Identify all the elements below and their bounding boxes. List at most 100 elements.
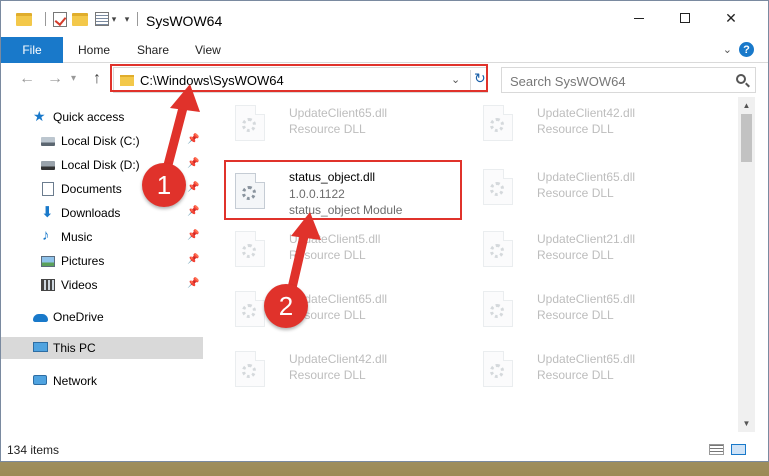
details-view-icon[interactable] xyxy=(709,444,724,455)
pin-icon[interactable]: 📌 xyxy=(187,158,199,169)
sidebar-item-local-disk-c[interactable]: Local Disk (C:) 📌 xyxy=(1,130,203,152)
sidebar-item-network[interactable]: Network xyxy=(1,370,203,392)
dll-file-icon xyxy=(235,105,265,141)
forward-arrow-icon[interactable]: → xyxy=(47,70,63,88)
refresh-icon[interactable]: ↻ xyxy=(470,70,487,90)
file-item[interactable]: UpdateClient65.dll Resource DLL xyxy=(225,283,465,335)
pin-icon[interactable]: 📌 xyxy=(187,206,199,217)
pictures-icon xyxy=(41,256,55,267)
scroll-down-icon[interactable]: ▼ xyxy=(738,415,755,432)
vertical-scrollbar[interactable]: ▲ ▼ xyxy=(738,97,755,432)
ribbon-tabs: File Home Share View ⌄ ? xyxy=(1,37,768,63)
file-description: Resource DLL xyxy=(537,248,614,262)
tab-share[interactable]: Share xyxy=(137,43,169,57)
file-item[interactable]: UpdateClient42.dll Resource DLL xyxy=(225,343,465,395)
scroll-thumb[interactable] xyxy=(741,114,752,162)
file-item-status-object[interactable]: status_object.dll 1.0.0.1122 status_obje… xyxy=(225,161,465,223)
sidebar-item-label: OneDrive xyxy=(53,310,104,324)
title-bar: ▾ ▾ SysWOW64 ✕ xyxy=(1,1,768,35)
search-box[interactable]: Search SysWOW64 xyxy=(501,67,756,93)
up-arrow-icon[interactable]: ↑ xyxy=(93,70,101,88)
dll-file-icon xyxy=(235,291,265,327)
sidebar-item-label: This PC xyxy=(53,341,96,355)
pin-icon[interactable]: 📌 xyxy=(187,254,199,265)
documents-icon xyxy=(42,182,54,196)
navigation-bar: ← → ▾ ↑ C:\Windows\SysWOW64 ⌄ ↻ Search S… xyxy=(1,63,768,95)
sidebar-item-videos[interactable]: Videos 📌 xyxy=(1,274,203,296)
file-version: 1.0.0.1122 xyxy=(289,187,345,201)
sidebar-item-label: Network xyxy=(53,374,98,388)
file-item[interactable]: UpdateClient21.dll Resource DLL xyxy=(473,223,713,275)
folder-icon[interactable] xyxy=(15,10,33,28)
computer-icon xyxy=(33,342,48,352)
pin-icon[interactable]: 📌 xyxy=(187,134,199,145)
file-description: Resource DLL xyxy=(537,368,614,382)
sidebar-item-label: Documents xyxy=(61,182,122,196)
drive-icon xyxy=(41,137,55,146)
address-path[interactable]: C:\Windows\SysWOW64 xyxy=(140,73,284,88)
maximize-button[interactable] xyxy=(662,1,708,35)
minimize-icon xyxy=(634,17,644,19)
properties-check-icon[interactable] xyxy=(51,10,69,28)
file-item[interactable]: UpdateClient65.dll Resource DLL xyxy=(473,343,713,395)
music-icon: ♪ xyxy=(42,227,50,244)
dll-file-icon xyxy=(235,231,265,267)
file-description: status_object Module xyxy=(289,203,403,217)
file-name: UpdateClient65.dll xyxy=(537,292,636,306)
pin-icon[interactable]: 📌 xyxy=(187,278,199,289)
step-1-badge: 1 xyxy=(142,163,186,207)
folder-icon xyxy=(120,75,134,86)
sidebar-item-label: Videos xyxy=(61,278,98,292)
quick-access-toolbar-menu-icon[interactable]: ▾ xyxy=(121,10,133,28)
file-item[interactable]: UpdateClient65.dll Resource DLL xyxy=(225,97,465,149)
large-icons-view-icon[interactable] xyxy=(731,444,746,455)
file-item[interactable]: UpdateClient42.dll Resource DLL xyxy=(473,97,713,149)
sidebar-item-label: Music xyxy=(61,230,93,244)
file-name: UpdateClient42.dll xyxy=(289,352,388,366)
sidebar-item-onedrive[interactable]: OneDrive xyxy=(1,306,203,328)
pin-icon[interactable]: 📌 xyxy=(187,230,199,241)
status-bar: 134 items xyxy=(1,437,768,461)
back-arrow-icon[interactable]: ← xyxy=(19,70,35,88)
pin-icon[interactable]: 📌 xyxy=(187,182,199,193)
help-icon[interactable]: ? xyxy=(739,42,754,57)
new-folder-icon[interactable] xyxy=(71,10,89,28)
address-bar[interactable]: C:\Windows\SysWOW64 ⌄ ↻ xyxy=(113,67,488,93)
close-icon: ✕ xyxy=(725,9,737,26)
expand-ribbon-icon[interactable]: ⌄ xyxy=(723,43,732,56)
window-title: SysWOW64 xyxy=(146,13,223,29)
sidebar-item-downloads[interactable]: ⬇ Downloads 📌 xyxy=(1,202,203,224)
file-item[interactable]: UpdateClient65.dll Resource DLL xyxy=(473,283,713,335)
file-name: UpdateClient65.dll xyxy=(537,352,636,366)
sidebar-item-label: Pictures xyxy=(61,254,105,268)
tab-view[interactable]: View xyxy=(195,43,221,57)
close-button[interactable]: ✕ xyxy=(708,1,754,35)
file-description: Resource DLL xyxy=(537,308,614,322)
tab-home[interactable]: Home xyxy=(78,43,110,57)
file-name: UpdateClient65.dll xyxy=(289,106,388,120)
item-count: 134 items xyxy=(7,443,60,457)
sidebar-item-quick-access[interactable]: ★ Quick access xyxy=(1,106,203,128)
sidebar-item-this-pc[interactable]: This PC xyxy=(1,337,203,359)
scroll-up-icon[interactable]: ▲ xyxy=(738,97,755,114)
navigation-pane: ★ Quick access Local Disk (C:) 📌 Local D… xyxy=(1,101,203,431)
explorer-window: ▾ ▾ SysWOW64 ✕ File Home Share View ⌄ ? … xyxy=(0,0,769,462)
download-icon: ⬇ xyxy=(41,204,54,221)
file-description: Resource DLL xyxy=(289,122,366,136)
search-input[interactable]: Search SysWOW64 xyxy=(510,74,626,89)
minimize-button[interactable] xyxy=(616,1,662,35)
chevron-down-icon[interactable]: ⌄ xyxy=(451,73,460,86)
file-item[interactable]: UpdateClient5.dll Resource DLL xyxy=(225,223,465,275)
file-description: Resource DLL xyxy=(537,122,614,136)
file-name: status_object.dll xyxy=(289,170,376,184)
chevron-down-icon[interactable]: ▾ xyxy=(109,10,119,28)
cloud-icon xyxy=(33,314,48,322)
sidebar-item-pictures[interactable]: Pictures 📌 xyxy=(1,250,203,272)
sidebar-item-music[interactable]: ♪ Music 📌 xyxy=(1,226,203,248)
tab-file[interactable]: File xyxy=(1,37,63,63)
file-description: Resource DLL xyxy=(537,186,614,200)
file-item[interactable]: UpdateClient65.dll Resource DLL xyxy=(473,161,713,213)
dll-file-icon xyxy=(235,173,265,209)
recent-locations-icon[interactable]: ▾ xyxy=(71,73,76,84)
divider xyxy=(137,12,138,26)
